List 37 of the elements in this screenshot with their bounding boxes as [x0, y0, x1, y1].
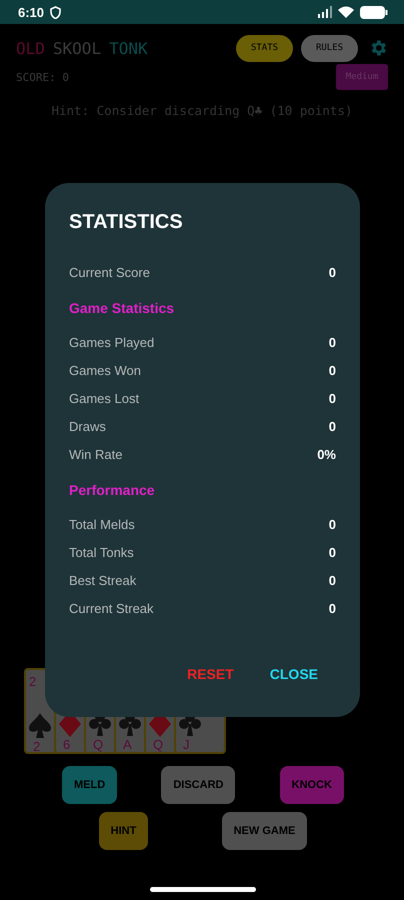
dialog-button[interactable]: RESET [181, 662, 240, 686]
app-title-word: SKOOL [52, 38, 102, 58]
dialog-button[interactable]: CLOSE [264, 662, 324, 686]
stat-value: 0% [317, 446, 336, 462]
stat-value: 0 [328, 264, 336, 280]
stat-label: Games Lost [69, 390, 140, 406]
stat-label: Current Score [69, 264, 150, 280]
action-button[interactable]: DISCARD [161, 766, 236, 804]
stat-value: 0 [328, 544, 336, 560]
stat-value: 0 [328, 516, 336, 532]
stat-label: Total Melds [69, 516, 135, 532]
stat-value: 0 [328, 334, 336, 350]
section-heading: Performance [69, 481, 155, 500]
stat-label: Win Rate [69, 446, 122, 462]
stat-value: 0 [328, 390, 336, 406]
section-heading: Game Statistics [69, 299, 174, 318]
stat-label: Current Streak [69, 600, 154, 616]
app-title-word: OLD [16, 38, 45, 58]
stat-value: 0 [328, 362, 336, 378]
score-text: SCORE: 0 [16, 70, 69, 84]
stat-value: 0 [328, 418, 336, 434]
status-time: 6:10 [18, 4, 44, 20]
header-button[interactable]: RULES [301, 34, 358, 62]
stat-label: Total Tonks [69, 544, 134, 560]
stat-value: 0 [328, 600, 336, 616]
action-button[interactable]: HINT [98, 812, 148, 850]
app-title-word: TONK [109, 38, 148, 58]
action-button[interactable]: MELD [62, 766, 118, 804]
stat-label: Draws [69, 418, 106, 434]
action-button[interactable]: KNOCK [280, 766, 344, 804]
header-button[interactable]: STATS [236, 34, 293, 62]
stat-label: Games Won [69, 362, 142, 378]
stat-label: Best Streak [69, 572, 136, 588]
stat-value: 0 [328, 572, 336, 588]
dialog-title: STATISTICS [69, 211, 184, 234]
action-button[interactable]: NEW GAME [222, 812, 308, 850]
stat-label: Games Played [69, 334, 154, 350]
